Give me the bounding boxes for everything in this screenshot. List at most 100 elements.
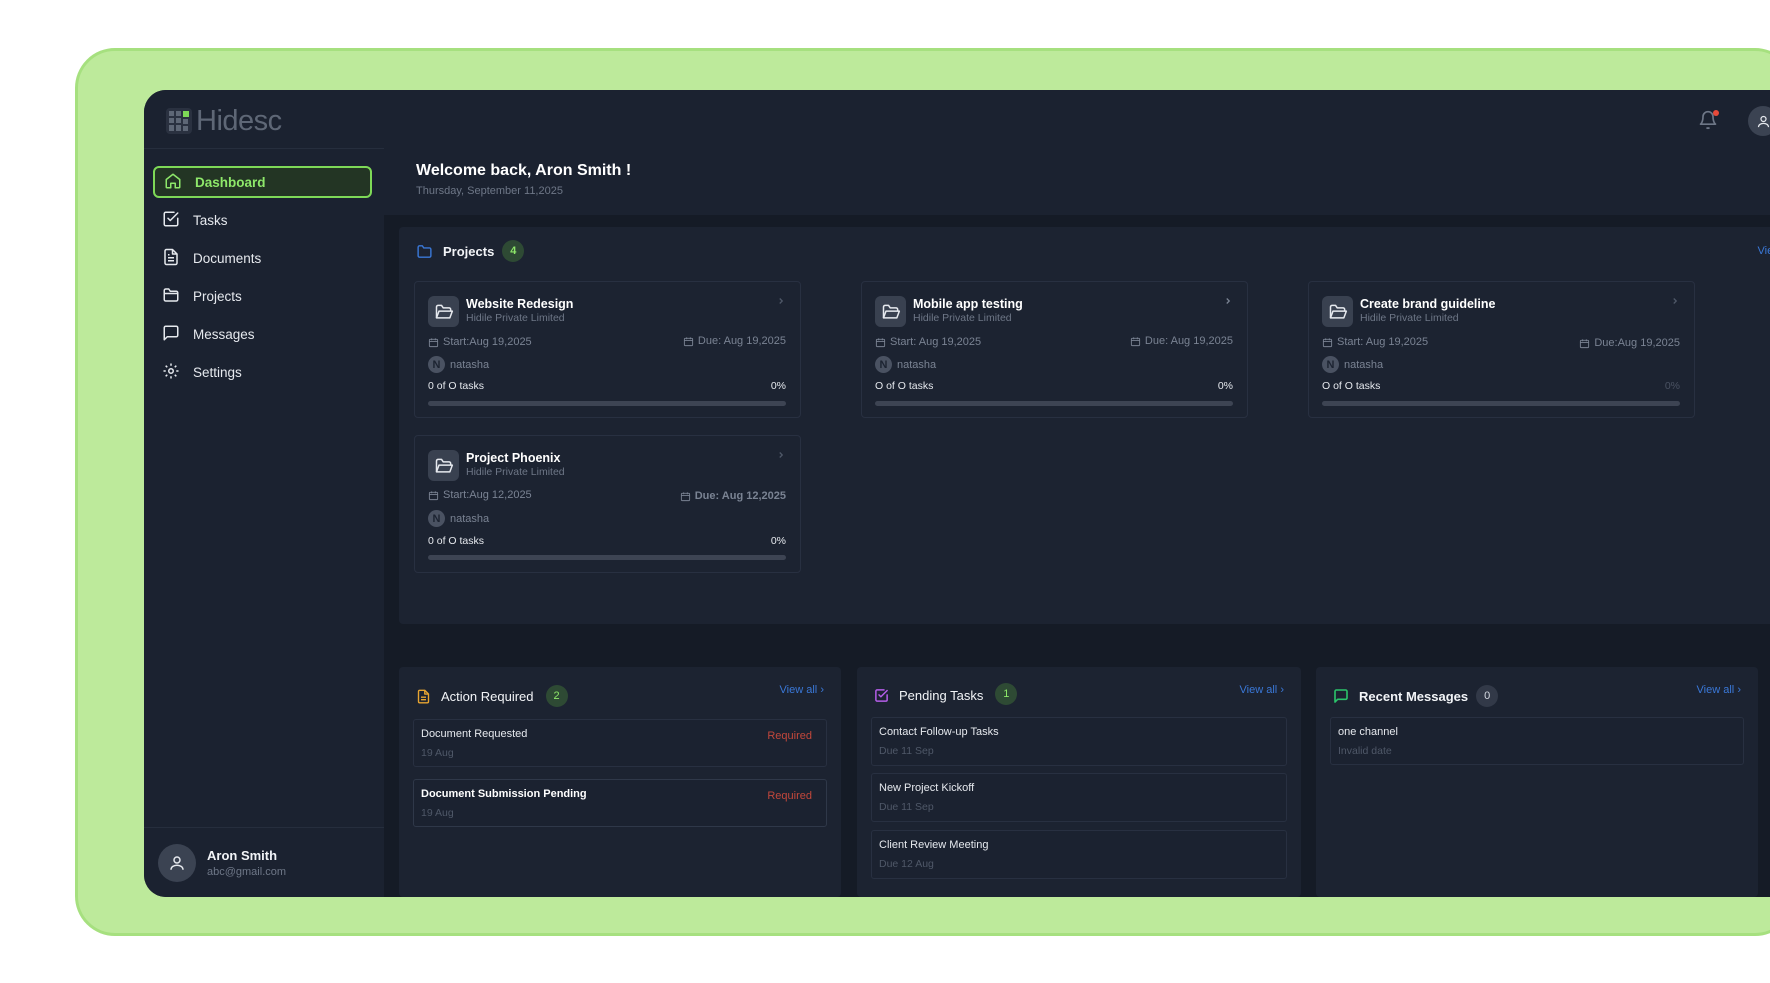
project-title: Website Redesign xyxy=(466,297,574,311)
project-title: Mobile app testing xyxy=(913,297,1023,311)
list-item[interactable]: Client Review Meeting Due 12 Aug xyxy=(871,830,1287,879)
project-percent: 0% xyxy=(770,380,786,392)
home-icon xyxy=(164,172,184,192)
message-icon xyxy=(1333,688,1349,704)
folder-open-icon xyxy=(428,296,459,327)
project-due-date: Due: Aug 19,2025 xyxy=(683,335,786,347)
recent-messages-view-all-link[interactable]: View all › xyxy=(1697,684,1741,696)
sidebar-item-label: Messages xyxy=(193,326,255,342)
list-item[interactable]: New Project Kickoff Due 11 Sep xyxy=(871,773,1287,822)
recent-messages-header: Recent Messages 0 xyxy=(1333,685,1499,707)
folder-open-icon xyxy=(875,296,906,327)
project-assignee: Nnatasha xyxy=(428,356,489,373)
project-progress-bar xyxy=(875,401,1233,406)
project-due-date: Due: Aug 19,2025 xyxy=(1130,335,1233,347)
calendar-icon xyxy=(683,336,694,346)
project-percent: 0% xyxy=(1217,380,1233,392)
project-card-mobile-app-testing[interactable]: Mobile app testing Hidile Private Limite… xyxy=(861,281,1248,418)
status-badge: Required xyxy=(767,790,812,802)
notification-dot xyxy=(1713,110,1719,116)
user-icon xyxy=(170,855,184,870)
project-start-date: Start: Aug 19,2025 xyxy=(875,336,981,348)
sidebar-item-label: Projects xyxy=(193,288,242,304)
sidebar-divider xyxy=(144,148,384,149)
project-card-website-redesign[interactable]: Website Redesign Hidile Private Limited … xyxy=(414,281,801,418)
item-date: Due 12 Aug xyxy=(879,858,934,870)
topbar-actions xyxy=(1698,104,1770,138)
recent-messages-title: Recent Messages xyxy=(1359,688,1469,704)
sidebar-item-settings[interactable]: Settings xyxy=(153,356,372,388)
project-progress-bar xyxy=(428,401,786,406)
document-icon xyxy=(162,248,182,268)
pending-tasks-title: Pending Tasks xyxy=(899,687,984,703)
project-progress-bar xyxy=(428,555,786,560)
project-start-date: Start: Aug 19,2025 xyxy=(1322,336,1428,348)
item-title: Contact Follow-up Tasks xyxy=(879,726,999,738)
chevron-right-icon[interactable] xyxy=(1670,296,1680,306)
list-item[interactable]: Document Submission Pending 19 Aug Requi… xyxy=(413,779,827,827)
list-item[interactable]: one channel Invalid date xyxy=(1330,717,1744,765)
chevron-right-icon[interactable] xyxy=(776,296,786,306)
project-progress-bar xyxy=(1322,401,1680,406)
project-percent: 0% xyxy=(770,535,786,547)
sidebar-nav: Dashboard Tasks Documents Projects Messa… xyxy=(153,166,372,394)
calendar-icon xyxy=(1322,337,1333,347)
sidebar-item-messages[interactable]: Messages xyxy=(153,318,372,350)
pending-tasks-count-badge: 1 xyxy=(995,683,1018,705)
action-required-panel: Action Required 2 View all › Document Re… xyxy=(399,667,841,897)
calendar-icon xyxy=(428,337,439,347)
sidebar-item-tasks[interactable]: Tasks xyxy=(153,204,372,236)
calendar-icon xyxy=(1130,336,1141,346)
projects-count-badge: 4 xyxy=(502,240,525,262)
check-square-icon xyxy=(874,688,889,703)
item-date: Due 11 Sep xyxy=(879,801,934,813)
assignee-avatar: N xyxy=(428,510,445,527)
sidebar-item-documents[interactable]: Documents xyxy=(153,242,372,274)
logo-text: Hidesc xyxy=(196,104,282,137)
item-date: 19 Aug xyxy=(421,747,454,759)
user-profile[interactable]: Aron Smith abc@gmail.com xyxy=(144,827,384,897)
project-due-date: Due: Aug 12,2025 xyxy=(680,490,786,502)
pending-tasks-header: Pending Tasks 1 xyxy=(874,683,1018,705)
project-company: Hidile Private Limited xyxy=(1360,312,1459,324)
user-icon xyxy=(1757,115,1769,127)
project-title: Create brand guideline xyxy=(1360,297,1496,311)
calendar-icon xyxy=(1580,338,1590,348)
projects-title: Projects xyxy=(443,243,495,259)
sidebar-item-label: Dashboard xyxy=(195,174,266,190)
project-assignee: Nnatasha xyxy=(428,510,489,527)
app-window: Hidesc Dashboard Tasks Documents Project… xyxy=(144,90,1770,897)
sidebar-item-label: Tasks xyxy=(193,212,228,228)
project-card-create-brand-guideline[interactable]: Create brand guideline Hidile Private Li… xyxy=(1308,281,1695,418)
action-required-count-badge: 2 xyxy=(545,685,568,707)
project-card-project-phoenix[interactable]: Project Phoenix Hidile Private Limited S… xyxy=(414,435,801,573)
project-company: Hidile Private Limited xyxy=(466,466,565,478)
project-percent: 0% xyxy=(1664,380,1680,392)
sidebar-item-dashboard[interactable]: Dashboard xyxy=(153,166,372,198)
project-task-count: 0 of O tasks xyxy=(428,535,485,547)
action-required-title: Action Required xyxy=(441,688,534,704)
chevron-right-icon[interactable] xyxy=(776,450,786,460)
list-item[interactable]: Document Requested 19 Aug Required xyxy=(413,719,827,767)
pending-tasks-view-all-link[interactable]: View all › xyxy=(1240,684,1284,696)
pending-tasks-panel: Pending Tasks 1 View all › Contact Follo… xyxy=(857,667,1301,897)
recent-messages-panel: Recent Messages 0 View all › one channel… xyxy=(1316,667,1758,897)
project-company: Hidile Private Limited xyxy=(913,312,1012,324)
project-company: Hidile Private Limited xyxy=(466,312,565,324)
project-start-date: Start:Aug 19,2025 xyxy=(428,336,532,348)
notification-bell-icon[interactable] xyxy=(1698,110,1720,132)
chevron-right-icon[interactable] xyxy=(1223,296,1233,306)
sidebar-item-label: Documents xyxy=(193,250,262,266)
list-item[interactable]: Contact Follow-up Tasks Due 11 Sep xyxy=(871,717,1287,766)
user-email: abc@gmail.com xyxy=(207,865,287,878)
folder-open-icon xyxy=(1322,296,1353,327)
item-date: Invalid date xyxy=(1338,745,1392,757)
item-title: one channel xyxy=(1338,726,1398,738)
action-required-view-all-link[interactable]: View all › xyxy=(780,684,824,696)
sidebar-item-projects[interactable]: Projects xyxy=(153,280,372,312)
calendar-icon xyxy=(680,491,690,501)
folder-icon xyxy=(417,244,432,258)
projects-view-all-link[interactable]: View all › xyxy=(1758,245,1770,257)
account-avatar[interactable] xyxy=(1748,106,1770,136)
sidebar-item-label: Settings xyxy=(193,364,242,380)
